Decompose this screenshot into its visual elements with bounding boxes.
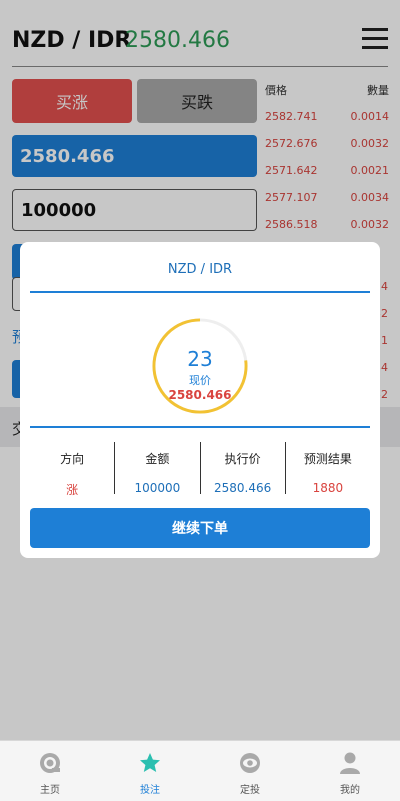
user-icon — [340, 752, 360, 774]
tab-label: 主页 — [40, 785, 60, 796]
tab-mine[interactable]: 我的 — [300, 741, 400, 801]
tab-fixed-investment[interactable]: 定投 — [200, 741, 300, 801]
eye-icon — [240, 753, 260, 773]
tab-bet[interactable]: 投注 — [100, 741, 200, 801]
summary-value: 涨 — [66, 483, 79, 497]
bottom-tab-bar: 主页 投注 定投 我的 — [0, 740, 400, 801]
star-icon — [140, 753, 160, 772]
summary-value: 100000 — [134, 481, 181, 495]
summary-amount: 金额 100000 — [114, 442, 199, 495]
countdown-number: 23 — [187, 347, 213, 371]
tab-home[interactable]: 主页 — [0, 741, 100, 801]
tab-label: 我的 — [340, 785, 360, 796]
summary-value: 1880 — [312, 481, 344, 495]
order-confirmation-modal: NZD / IDR 23 现价 2580.466 方向 涨 金额 100000 … — [20, 242, 380, 558]
divider — [30, 291, 370, 293]
current-price-label: 现价 — [189, 374, 211, 387]
summary-label: 方向 — [60, 452, 85, 466]
summary-value: 2580.466 — [213, 481, 272, 495]
summary-direction: 方向 涨 — [30, 442, 114, 497]
home-icon — [40, 753, 60, 773]
summary-label: 执行价 — [224, 452, 261, 466]
continue-order-button[interactable]: 继续下单 — [30, 508, 370, 548]
summary-label: 金额 — [145, 452, 170, 466]
divider — [30, 426, 370, 428]
summary-strike-price: 执行价 2580.466 — [199, 442, 285, 495]
summary-label: 预测结果 — [303, 452, 352, 466]
current-price-value: 2580.466 — [168, 388, 232, 402]
summary-predicted-result: 预测结果 1880 — [284, 442, 370, 495]
order-summary: 方向 涨 金额 100000 执行价 2580.466 预测结果 1880 — [30, 442, 370, 497]
tab-label: 定投 — [240, 785, 260, 796]
modal-title: NZD / IDR — [167, 262, 233, 277]
tab-label: 投注 — [140, 785, 160, 796]
